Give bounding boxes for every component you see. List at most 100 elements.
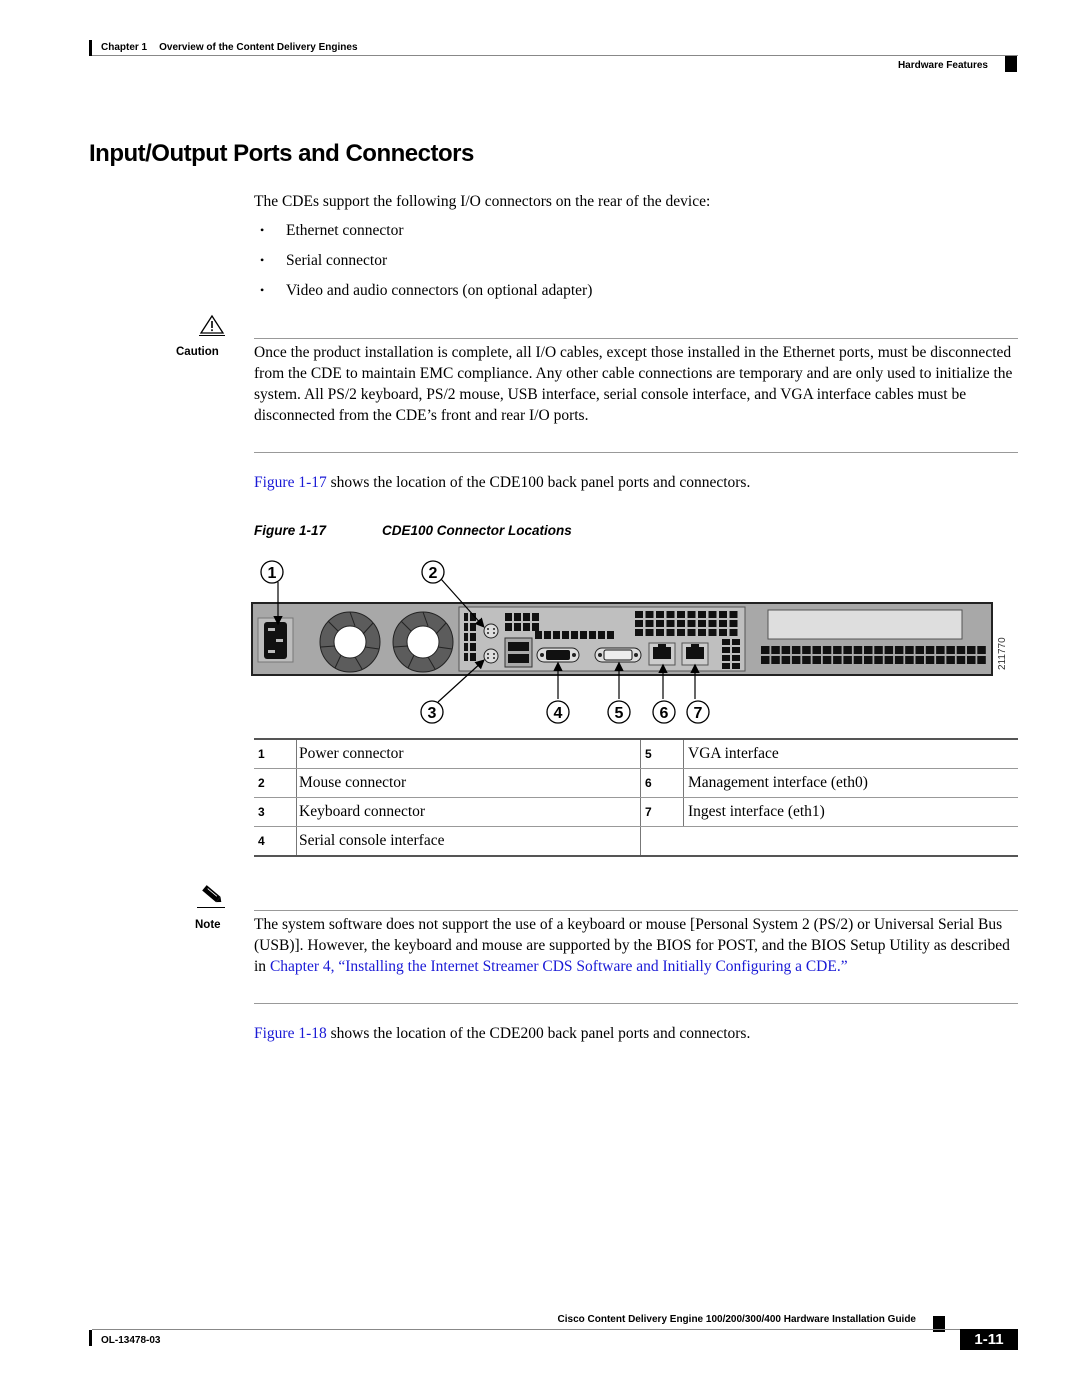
fan-2 — [392, 611, 454, 673]
header-bar — [89, 40, 92, 56]
callout-2: 2 — [421, 560, 445, 584]
legend-number: 3 — [254, 797, 297, 827]
vent-slot — [687, 620, 696, 627]
vent-slot — [514, 613, 521, 621]
callout-1: 1 — [260, 560, 284, 584]
vent-slot — [698, 611, 706, 618]
running-header-chapter: Chapter 1 Overview of the Content Deliver… — [101, 42, 358, 53]
vent-slot — [719, 620, 727, 627]
caution-label: Caution — [176, 346, 219, 358]
vent-slot — [781, 656, 791, 664]
vent-slot — [708, 629, 717, 636]
vent-slot — [822, 656, 832, 664]
vent-slot — [729, 620, 738, 627]
vent-slot — [505, 623, 512, 631]
vent-slot — [719, 611, 727, 618]
callout-3: 3 — [420, 700, 444, 724]
vent-slot — [635, 611, 643, 618]
vent-slot — [544, 631, 551, 639]
caution-bottom-rule — [254, 452, 1018, 453]
vent-slot — [956, 656, 966, 664]
ps2-mouse-port — [483, 623, 499, 639]
legend-description: Management interface (eth0) — [683, 768, 1018, 798]
list-item: • Video and audio connectors (on optional… — [260, 282, 593, 299]
callout-number: 6 — [660, 705, 669, 722]
vent-slot — [722, 655, 730, 661]
vent-slot — [523, 613, 530, 621]
section-title: Input/Output Ports and Connectors — [89, 140, 474, 167]
vent-slot — [464, 623, 468, 631]
vent-slot — [722, 663, 730, 669]
vent-slot — [666, 611, 675, 618]
header-rule — [92, 55, 1018, 56]
vent-slot — [812, 646, 821, 654]
vent-slot — [470, 643, 476, 651]
vent-slot — [722, 639, 730, 645]
footer-doc-number: OL-13478-03 — [101, 1335, 161, 1346]
vent-slot — [532, 613, 539, 621]
legend-number: 7 — [640, 797, 684, 827]
footer-bar — [89, 1330, 92, 1346]
vga-port — [594, 647, 642, 663]
vent-slot — [580, 631, 587, 639]
vent-slot — [791, 656, 801, 664]
vent-slot — [905, 646, 914, 654]
chapter-title: Overview of the Content Delivery Engines — [159, 42, 358, 53]
vent-slot — [956, 646, 966, 654]
caution-text: Once the product installation is complet… — [254, 344, 1013, 424]
ps2-keyboard-port — [483, 648, 499, 664]
footer-guide-title: Cisco Content Delivery Engine 100/200/30… — [557, 1314, 916, 1325]
chapter-4-link[interactable]: Chapter 4, “Installing the Internet Stre… — [270, 958, 848, 975]
running-header-section: Hardware Features — [897, 60, 988, 71]
vent-slot — [771, 656, 780, 664]
vent-slot — [523, 623, 530, 631]
note-bottom-rule — [254, 1003, 1018, 1004]
chapter-number: Chapter 1 — [101, 42, 148, 53]
power-connector — [257, 617, 294, 663]
callout-number: 3 — [428, 705, 437, 722]
connector-list: • Ethernet connector • Serial connector • V… — [254, 220, 592, 310]
figure-1-18-link[interactable]: Figure 1-18 — [254, 1025, 327, 1042]
warning-triangle-icon — [199, 314, 225, 336]
callout-number: 4 — [554, 705, 563, 722]
vent-slot — [884, 656, 894, 664]
cde100-back-panel-diagram: 211770 1 2 3 4 5 6 7 — [251, 560, 1008, 724]
legend-number: 4 — [254, 826, 297, 857]
vent-slot — [812, 656, 821, 664]
serial-port — [536, 647, 580, 663]
vent-slot — [687, 629, 696, 636]
bullet-icon: • — [260, 283, 265, 297]
vent-slot — [874, 656, 883, 664]
caution-top-rule — [254, 338, 1018, 339]
vent-slot — [802, 656, 811, 664]
list-item: • Ethernet connector — [260, 222, 404, 239]
vent-slot — [698, 620, 706, 627]
legend-number: 2 — [254, 768, 297, 798]
vent-slot — [894, 646, 904, 654]
vent-slot — [656, 611, 664, 618]
pencil-note-icon — [197, 885, 225, 908]
legend-number: 1 — [254, 738, 297, 769]
vent-slot — [677, 611, 685, 618]
callout-7: 7 — [686, 700, 710, 724]
legend-row: 4 Serial console interface — [254, 826, 1018, 857]
figure-1-17-link[interactable]: Figure 1-17 — [254, 474, 327, 491]
page-number: 1-11 — [960, 1329, 1018, 1350]
callout-number: 7 — [694, 705, 703, 722]
vent-slot — [666, 629, 675, 636]
vent-slot — [833, 656, 842, 664]
legend-description: Ingest interface (eth1) — [683, 797, 1018, 827]
bullet-icon: • — [260, 223, 265, 237]
vent-slot — [915, 656, 924, 664]
legend-description: Power connector — [296, 738, 641, 769]
vent-slot — [635, 620, 643, 627]
vent-slot — [905, 656, 914, 664]
vent-slot — [722, 647, 730, 653]
footer-rule — [92, 1329, 1018, 1330]
vent-slot — [464, 643, 468, 651]
vent-slot — [645, 611, 654, 618]
legend-number: 6 — [640, 768, 684, 798]
vent-slot — [732, 639, 740, 645]
connector-legend-table: 1 Power connector 5 VGA interface 2 Mouse con… — [254, 738, 1018, 857]
note-label: Note — [195, 919, 221, 931]
